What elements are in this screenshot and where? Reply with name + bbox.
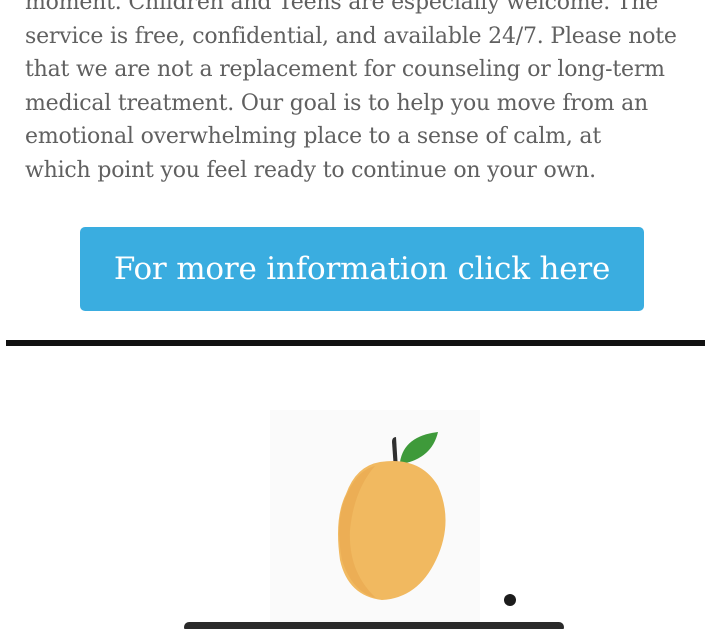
description-line: moment. Children and Teens are especiall… — [25, 0, 659, 15]
description-line: medical treatment. Our goal is to help y… — [25, 90, 648, 116]
description-line: emotional overwhelming place to a sense … — [25, 124, 601, 150]
description-line: that we are not a replacement for counse… — [25, 57, 665, 83]
description-line: which point you feel ready to continue o… — [25, 157, 596, 183]
peach-icon — [184, 410, 564, 629]
brand-logo — [170, 400, 590, 629]
description-line: service is free, confidential, and avail… — [25, 23, 677, 49]
more-information-button[interactable]: For more information click here — [80, 227, 644, 311]
description-paragraph: moment. Children and Teens are especiall… — [25, 0, 697, 188]
section-divider — [6, 340, 705, 346]
